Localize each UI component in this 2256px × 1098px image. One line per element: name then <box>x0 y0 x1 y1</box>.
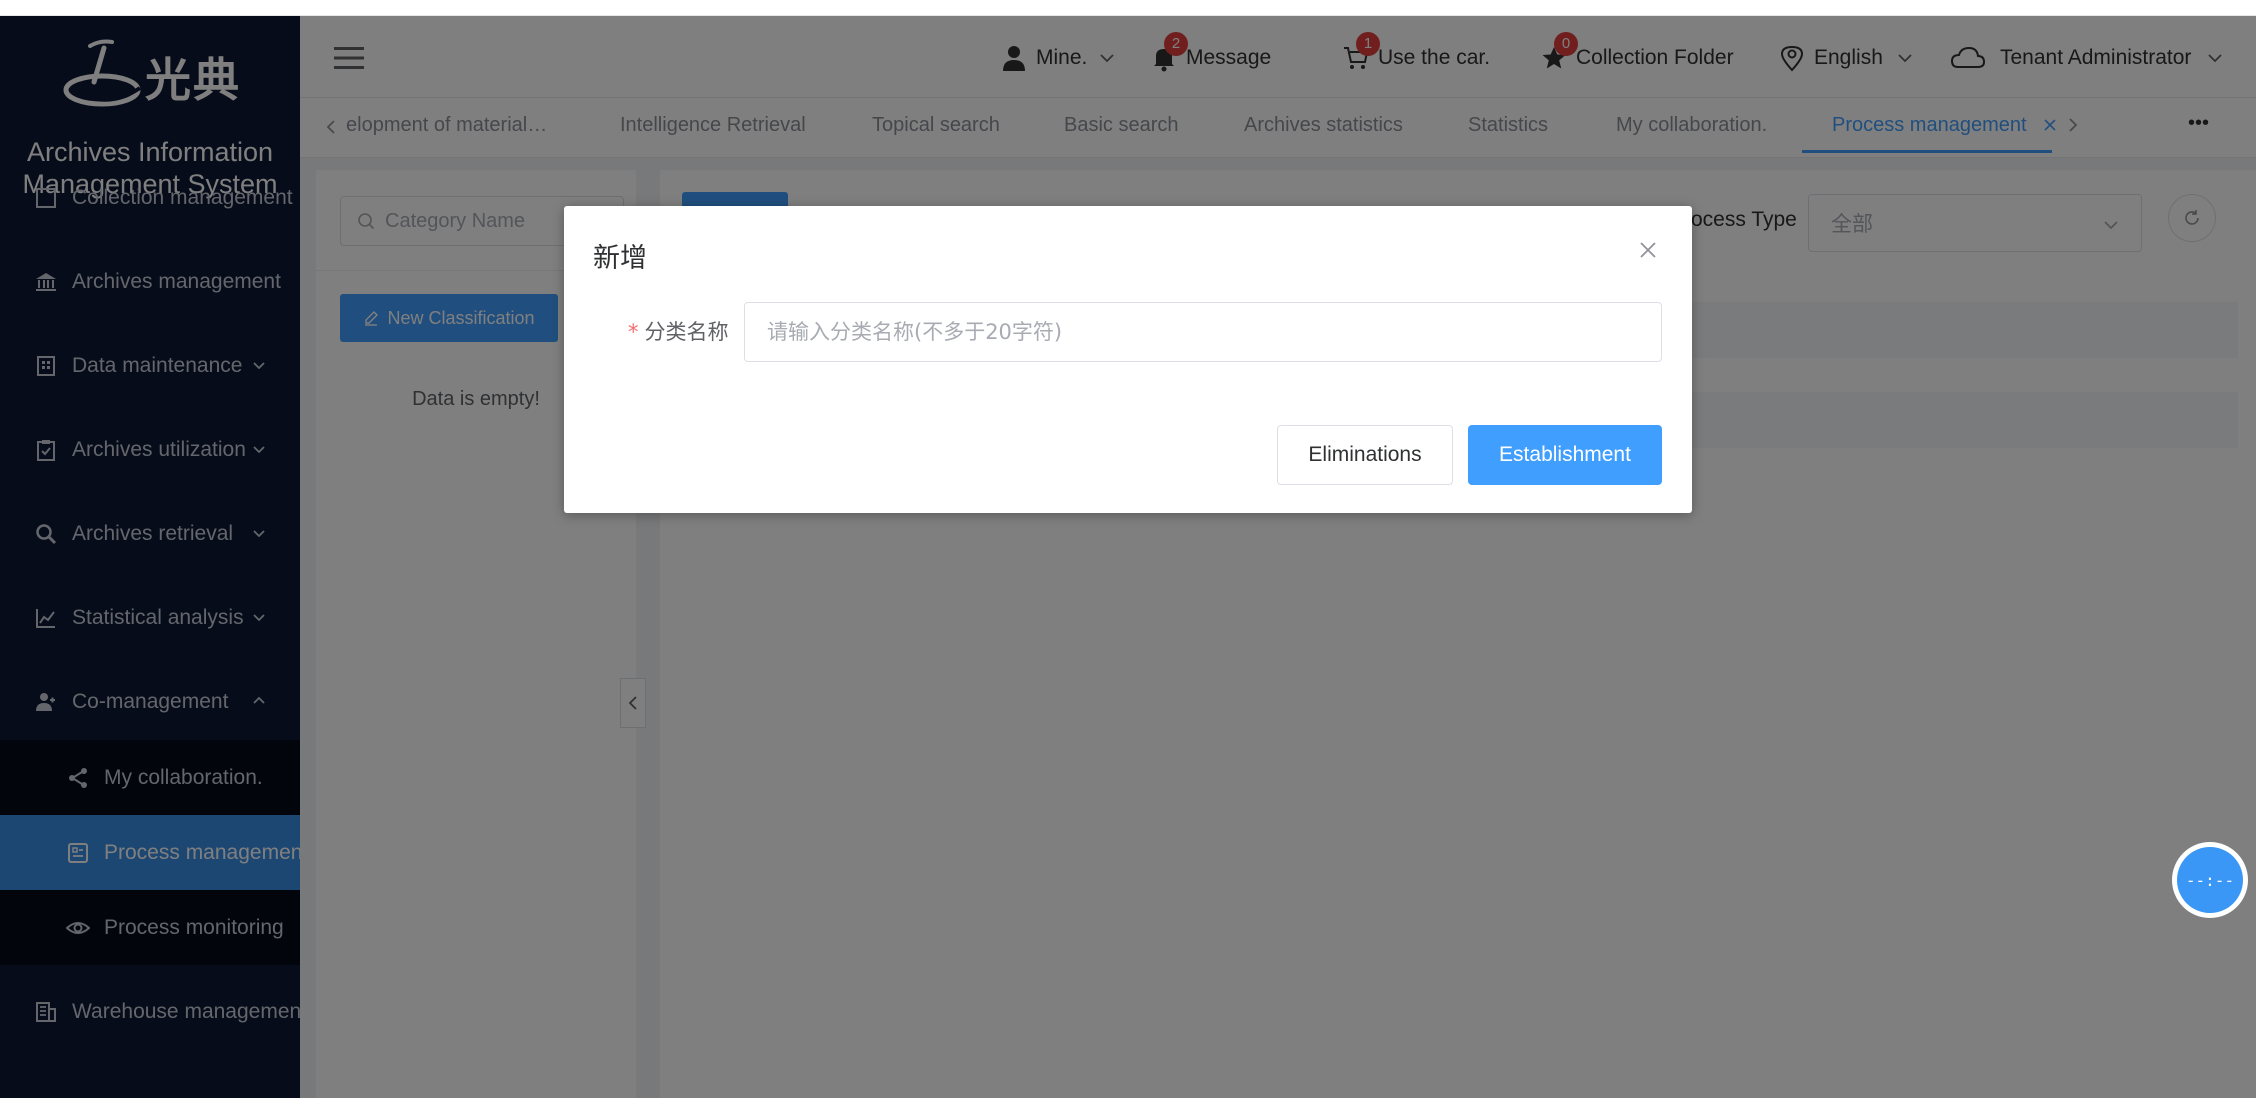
top-strip <box>0 0 2256 16</box>
dialog-title: 新增 <box>593 243 647 274</box>
required-mark: * <box>628 320 639 344</box>
timer-display: --:-- <box>2177 847 2243 913</box>
modal-overlay[interactable] <box>0 16 2256 1098</box>
add-category-dialog: 新增 *分类名称 Eliminations Establishment <box>564 206 1692 513</box>
cancel-button[interactable]: Eliminations <box>1277 425 1453 485</box>
category-name-label: * 分类名称 <box>628 320 729 344</box>
confirm-button[interactable]: Establishment <box>1468 425 1662 485</box>
floating-timer-widget[interactable]: --:-- <box>2172 842 2248 918</box>
category-name-input[interactable] <box>744 302 1662 362</box>
close-icon[interactable] <box>1638 240 1658 260</box>
